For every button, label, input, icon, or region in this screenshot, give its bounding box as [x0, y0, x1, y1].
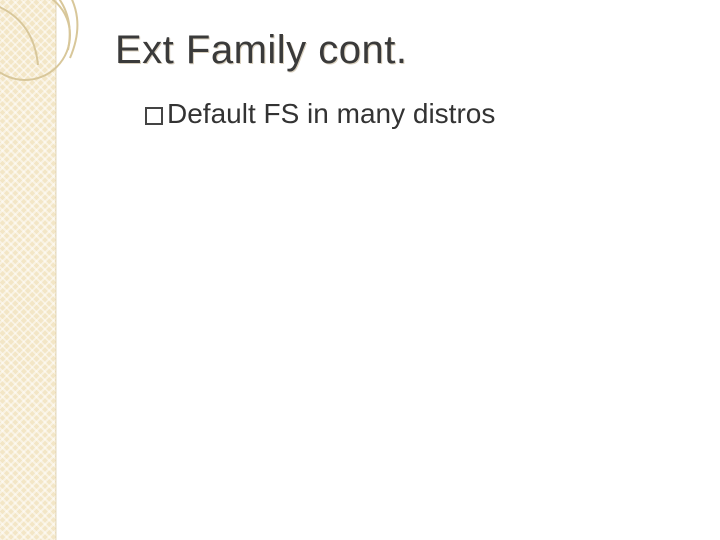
- slide: Ext Family cont. Default FS in many dist…: [0, 0, 720, 540]
- bullet-text: Default FS in many distros: [167, 98, 495, 129]
- bullet-item: Default FS in many distros: [145, 98, 495, 130]
- square-bullet-icon: [145, 107, 163, 125]
- side-decorative-strip: [0, 0, 56, 540]
- slide-body: Default FS in many distros: [145, 98, 495, 130]
- slide-title: Ext Family cont.: [115, 28, 408, 73]
